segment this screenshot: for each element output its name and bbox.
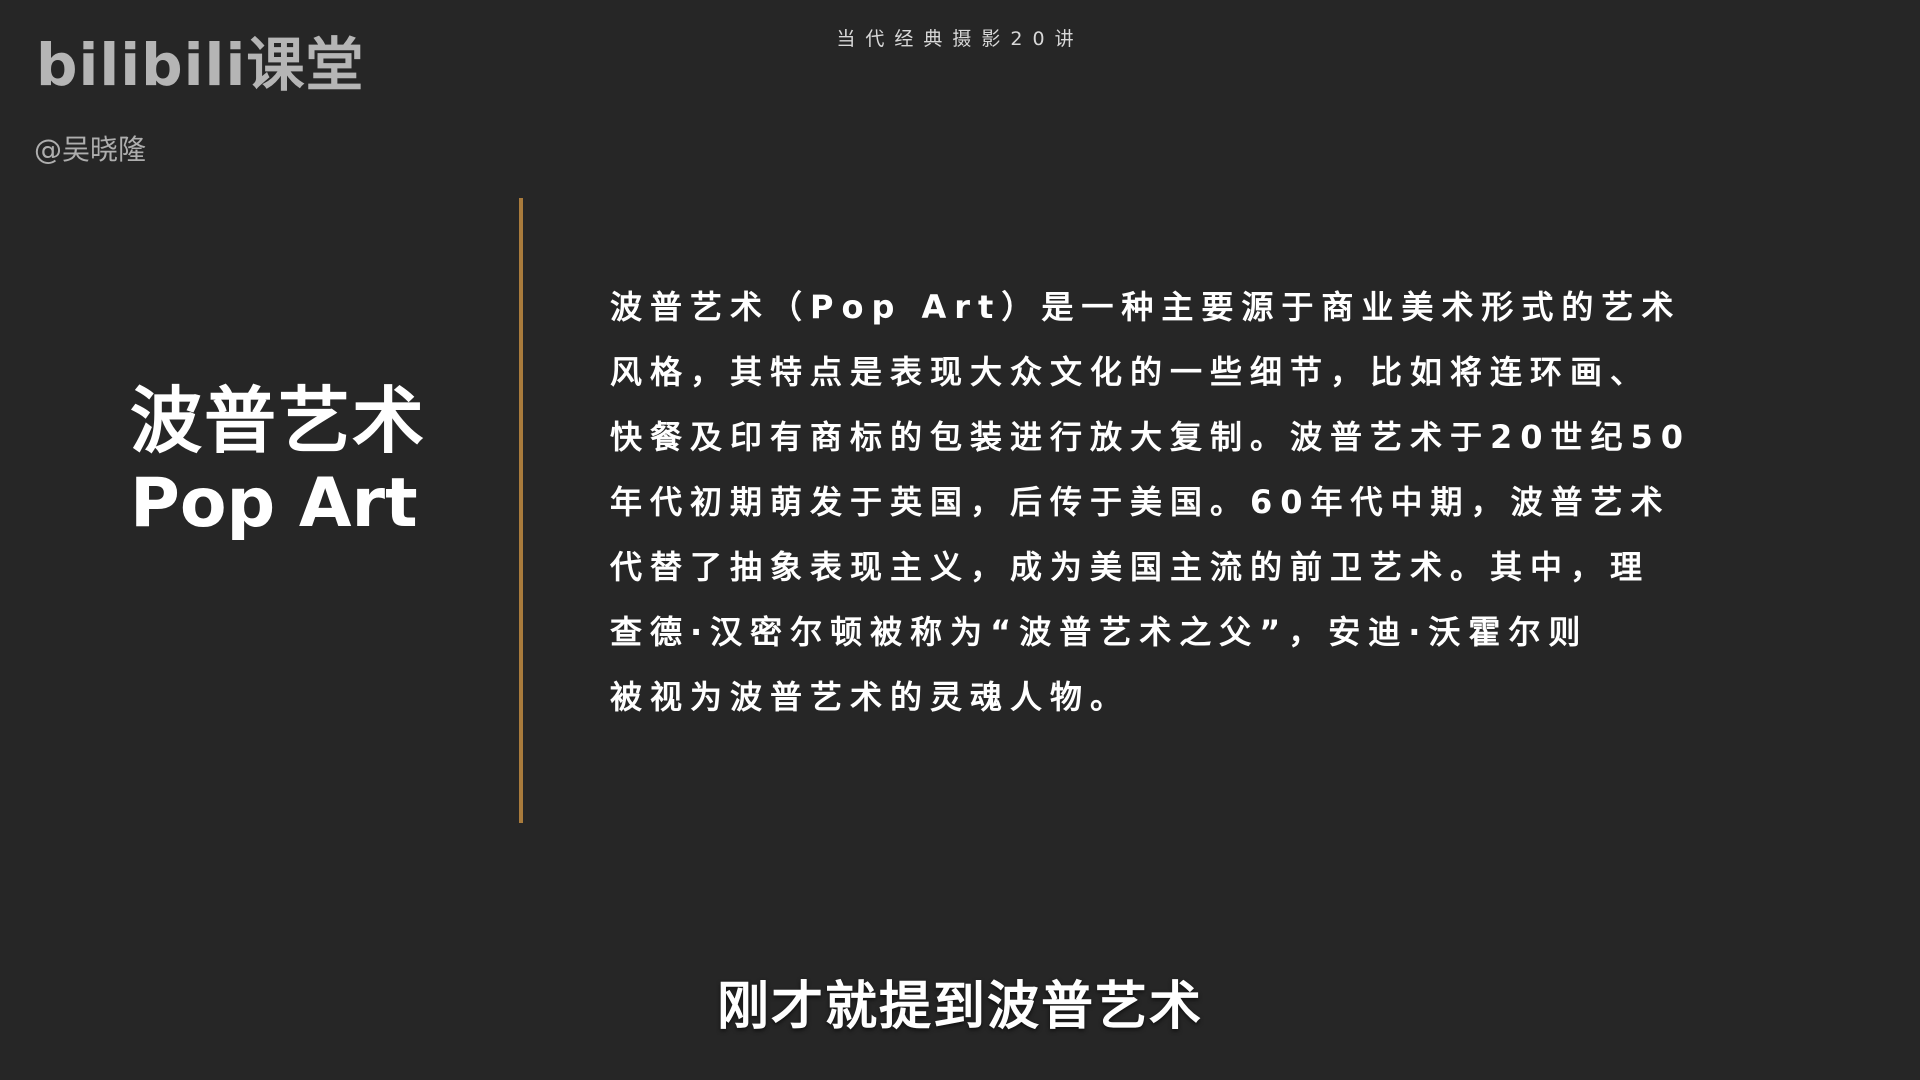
slide-body-text: 波普艺术（Pop Art）是一种主要源于商业美术形式的艺术 风格，其特点是表现大… [610, 275, 1770, 730]
video-subtitle-caption: 刚才就提到波普艺术 [716, 977, 1203, 1037]
series-title: 当代经典摄影20讲 [836, 28, 1084, 50]
body-line: 年代初期萌发于英国，后传于美国。60年代中期，波普艺术 [610, 483, 1671, 521]
slide-title-chinese: 波普艺术 [130, 379, 427, 463]
body-line: 快餐及印有商标的包装进行放大复制。波普艺术于20世纪50 [610, 418, 1692, 456]
body-line: 被视为波普艺术的灵魂人物。 [610, 678, 1131, 716]
vertical-divider [519, 198, 523, 823]
video-frame: bilibili课堂 @吴晓隆 当代经典摄影20讲 波普艺术 Pop Art 波… [0, 0, 1920, 1080]
body-line: 波普艺术（Pop Art）是一种主要源于商业美术形式的艺术 [610, 288, 1682, 326]
body-line: 代替了抽象表现主义，成为美国主流的前卫艺术。其中，理 [610, 548, 1651, 586]
slide-title: 波普艺术 Pop Art [130, 378, 430, 544]
body-line: 查德·汉密尔顿被称为“波普艺术之父”，安迪·沃霍尔则 [610, 613, 1589, 651]
author-watermark: @吴晓隆 [34, 133, 147, 166]
body-line: 风格，其特点是表现大众文化的一些细节，比如将连环画、 [610, 353, 1651, 391]
slide-title-english: Pop Art [130, 464, 418, 543]
